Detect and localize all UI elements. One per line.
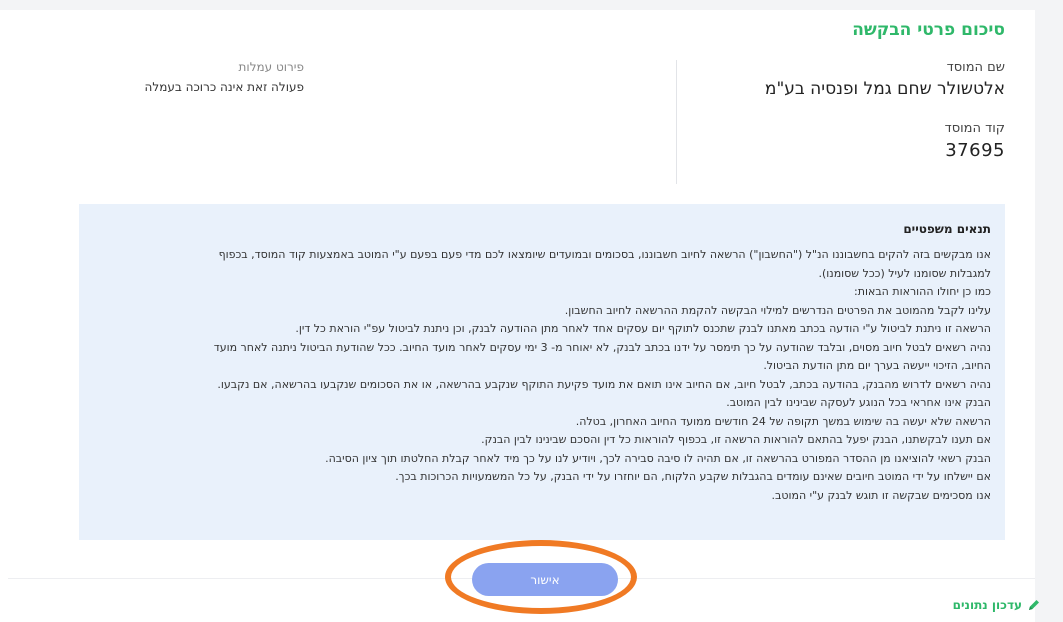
legal-terms-title: תנאים משפטיים: [903, 222, 991, 236]
legal-terms-line: עלינו לקבל מהמוטב את הפרטים הנדרשים למיל…: [564, 303, 991, 317]
update-data-label: עדכון נתונים: [952, 598, 1022, 612]
fees-value: פעולה זאת אינה כרוכה בעמלה: [144, 80, 304, 94]
institution-name-label: שם המוסד: [946, 60, 1005, 75]
vertical-divider: [676, 60, 677, 184]
legal-terms-line: הבנק אינו אחראי בכל הנוגע לעסקה שבינינו …: [726, 396, 991, 409]
legal-terms-line: נהיה רשאים לבטל חיוב מסוים, ובלבד שהודעה…: [213, 340, 991, 354]
legal-terms-line: החיוב, הזיכוי ייעשה בערך יום מתן הודעת ה…: [763, 359, 991, 372]
legal-terms-line: כמו כן יחולו ההוראות הבאות:: [854, 285, 991, 298]
institution-code-label: קוד המוסד: [944, 121, 1005, 136]
legal-terms-box: תנאים משפטיים אנו מבקשים בזה להקים בחשבו…: [79, 204, 1005, 540]
pencil-icon: [1027, 598, 1041, 612]
legal-terms-line: אם יישלחו על ידי המוטב חיובים שאינם עומד…: [395, 470, 991, 483]
institution-code: 37695: [945, 140, 1005, 161]
legal-terms-line: אנו מסכימים שבקשה זו תוגש לבנק ע"י המוטב…: [771, 488, 991, 502]
update-data-link[interactable]: עדכון נתונים: [953, 598, 1041, 612]
institution-details: שם המוסד אלטשולר שחם גמל ופנסיה בע"מ קוד…: [685, 60, 1005, 183]
legal-terms-line: הרשאה זו ניתנת לביטול ע"י הודעה בכתב מאת…: [295, 322, 991, 335]
page-title: סיכום פרטי הבקשה: [852, 20, 1005, 40]
institution-name: אלטשולר שחם גמל ופנסיה בע"מ: [764, 79, 1005, 99]
legal-terms-line: אם תענו לבקשתנו, הבנק יפעל בהתאם להוראות…: [481, 433, 991, 446]
legal-terms-line: למגבלות שסומנו לעיל (ככל שסומנו).: [818, 266, 992, 280]
page: סיכום פרטי הבקשה שם המוסד אלטשולר שחם גמ…: [0, 0, 1063, 622]
scrollbar-track[interactable]: [1035, 0, 1063, 622]
legal-terms-line: אנו מבקשים בזה להקים בחשבוננו הנ"ל ("החש…: [218, 248, 991, 261]
fees-label: פירוט עמלות: [238, 60, 304, 74]
legal-terms-line: הרשאה שלא יעשה בה שימוש במשך תקופה של 24…: [575, 414, 991, 428]
legal-terms-line: נהיה רשאים לדרוש מהבנק, בהודעה בכתב, לבט…: [217, 377, 991, 391]
confirm-button[interactable]: אישור: [472, 563, 618, 596]
legal-terms-line: הבנק רשאי להוציאנו מן ההסדר המפורט בהרשא…: [325, 451, 991, 465]
top-strip: [0, 0, 1063, 10]
fees-details: פירוט עמלות פעולה זאת אינה כרוכה בעמלה: [100, 60, 304, 94]
